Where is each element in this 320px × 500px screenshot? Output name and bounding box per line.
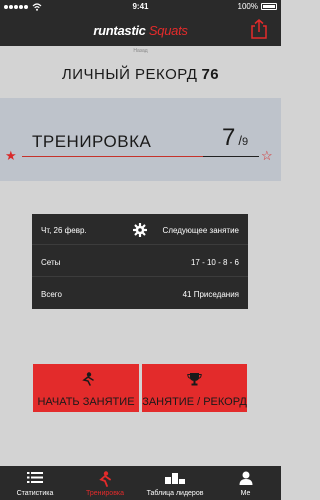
tab-label: Таблица лидеров: [146, 490, 204, 497]
card-row-total: Всего 41 Приседания: [32, 278, 248, 309]
tab-training[interactable]: Тренировка: [70, 466, 140, 500]
app-header: runtastic Squats: [0, 14, 281, 46]
card-row-sets: Сеты 17 - 10 - 8 - 6: [32, 246, 248, 277]
total-value: 41 Приседания: [182, 290, 239, 299]
gear-icon[interactable]: [133, 223, 147, 237]
record-session-label: ЗАНЯТИЕ / РЕКОРД: [142, 396, 247, 408]
tab-bar: Статистика Тренировка Таблица лидеров Me: [0, 466, 281, 500]
record-value: 76: [201, 66, 220, 83]
user-icon: [239, 471, 252, 485]
training-current: 7: [222, 124, 236, 151]
record-session-button[interactable]: ЗАНЯТИЕ / РЕКОРД: [142, 364, 247, 412]
card-row-date[interactable]: Чт, 26 февр. Следующее занятие: [32, 214, 248, 245]
training-title: ТРЕНИРОВКА: [32, 132, 152, 151]
tab-label: Me: [240, 490, 251, 497]
total-label: Всего: [41, 290, 62, 299]
battery-percent: 100%: [237, 2, 258, 11]
trophy-icon: [187, 373, 202, 386]
app-logo: runtastic Squats: [0, 23, 281, 38]
start-star-icon: ★: [5, 148, 17, 163]
tab-label: Статистика: [16, 490, 54, 497]
sets-value: 17 - 10 - 8 - 6: [190, 258, 239, 267]
share-icon[interactable]: [249, 18, 269, 40]
tab-statistics[interactable]: Статистика: [0, 466, 70, 500]
battery-icon: [261, 3, 277, 10]
personal-record: ЛИЧНЫЙ РЕКОРД 76: [0, 66, 281, 83]
pull-down-label: Назад: [133, 48, 148, 54]
squat-figure-icon: [99, 471, 111, 487]
product-name: Squats: [148, 23, 188, 38]
goal-star-icon: ☆: [261, 148, 273, 163]
tab-label: Тренировка: [85, 490, 125, 497]
start-session-button[interactable]: НАЧАТЬ ЗАНЯТИЕ: [33, 364, 139, 412]
session-date: Чт, 26 февр.: [41, 226, 87, 235]
record-label: ЛИЧНЫЙ РЕКОРД: [61, 66, 198, 83]
next-session-label: Следующее занятие: [162, 226, 239, 235]
list-icon: [27, 472, 43, 483]
training-counter: 7/9: [222, 124, 248, 152]
status-bar: 9:41 100%: [0, 0, 281, 14]
brand-name: runtastic: [93, 23, 146, 38]
training-progress-bar: [22, 156, 259, 157]
squat-figure-icon: [82, 372, 94, 386]
progress-remaining: [203, 156, 259, 157]
next-session-card: Чт, 26 февр. Следующее занятие Сеты 17 -…: [32, 214, 248, 309]
sets-label: Сеты: [41, 258, 61, 267]
tab-leaderboard[interactable]: Таблица лидеров: [140, 466, 210, 500]
tab-me[interactable]: Me: [210, 466, 281, 500]
podium-icon: [165, 473, 185, 484]
training-progress-panel[interactable]: ТРЕНИРОВКА 7/9 ★ ☆: [0, 98, 281, 181]
start-session-label: НАЧАТЬ ЗАНЯТИЕ: [37, 396, 135, 408]
training-total: 9: [241, 136, 249, 148]
